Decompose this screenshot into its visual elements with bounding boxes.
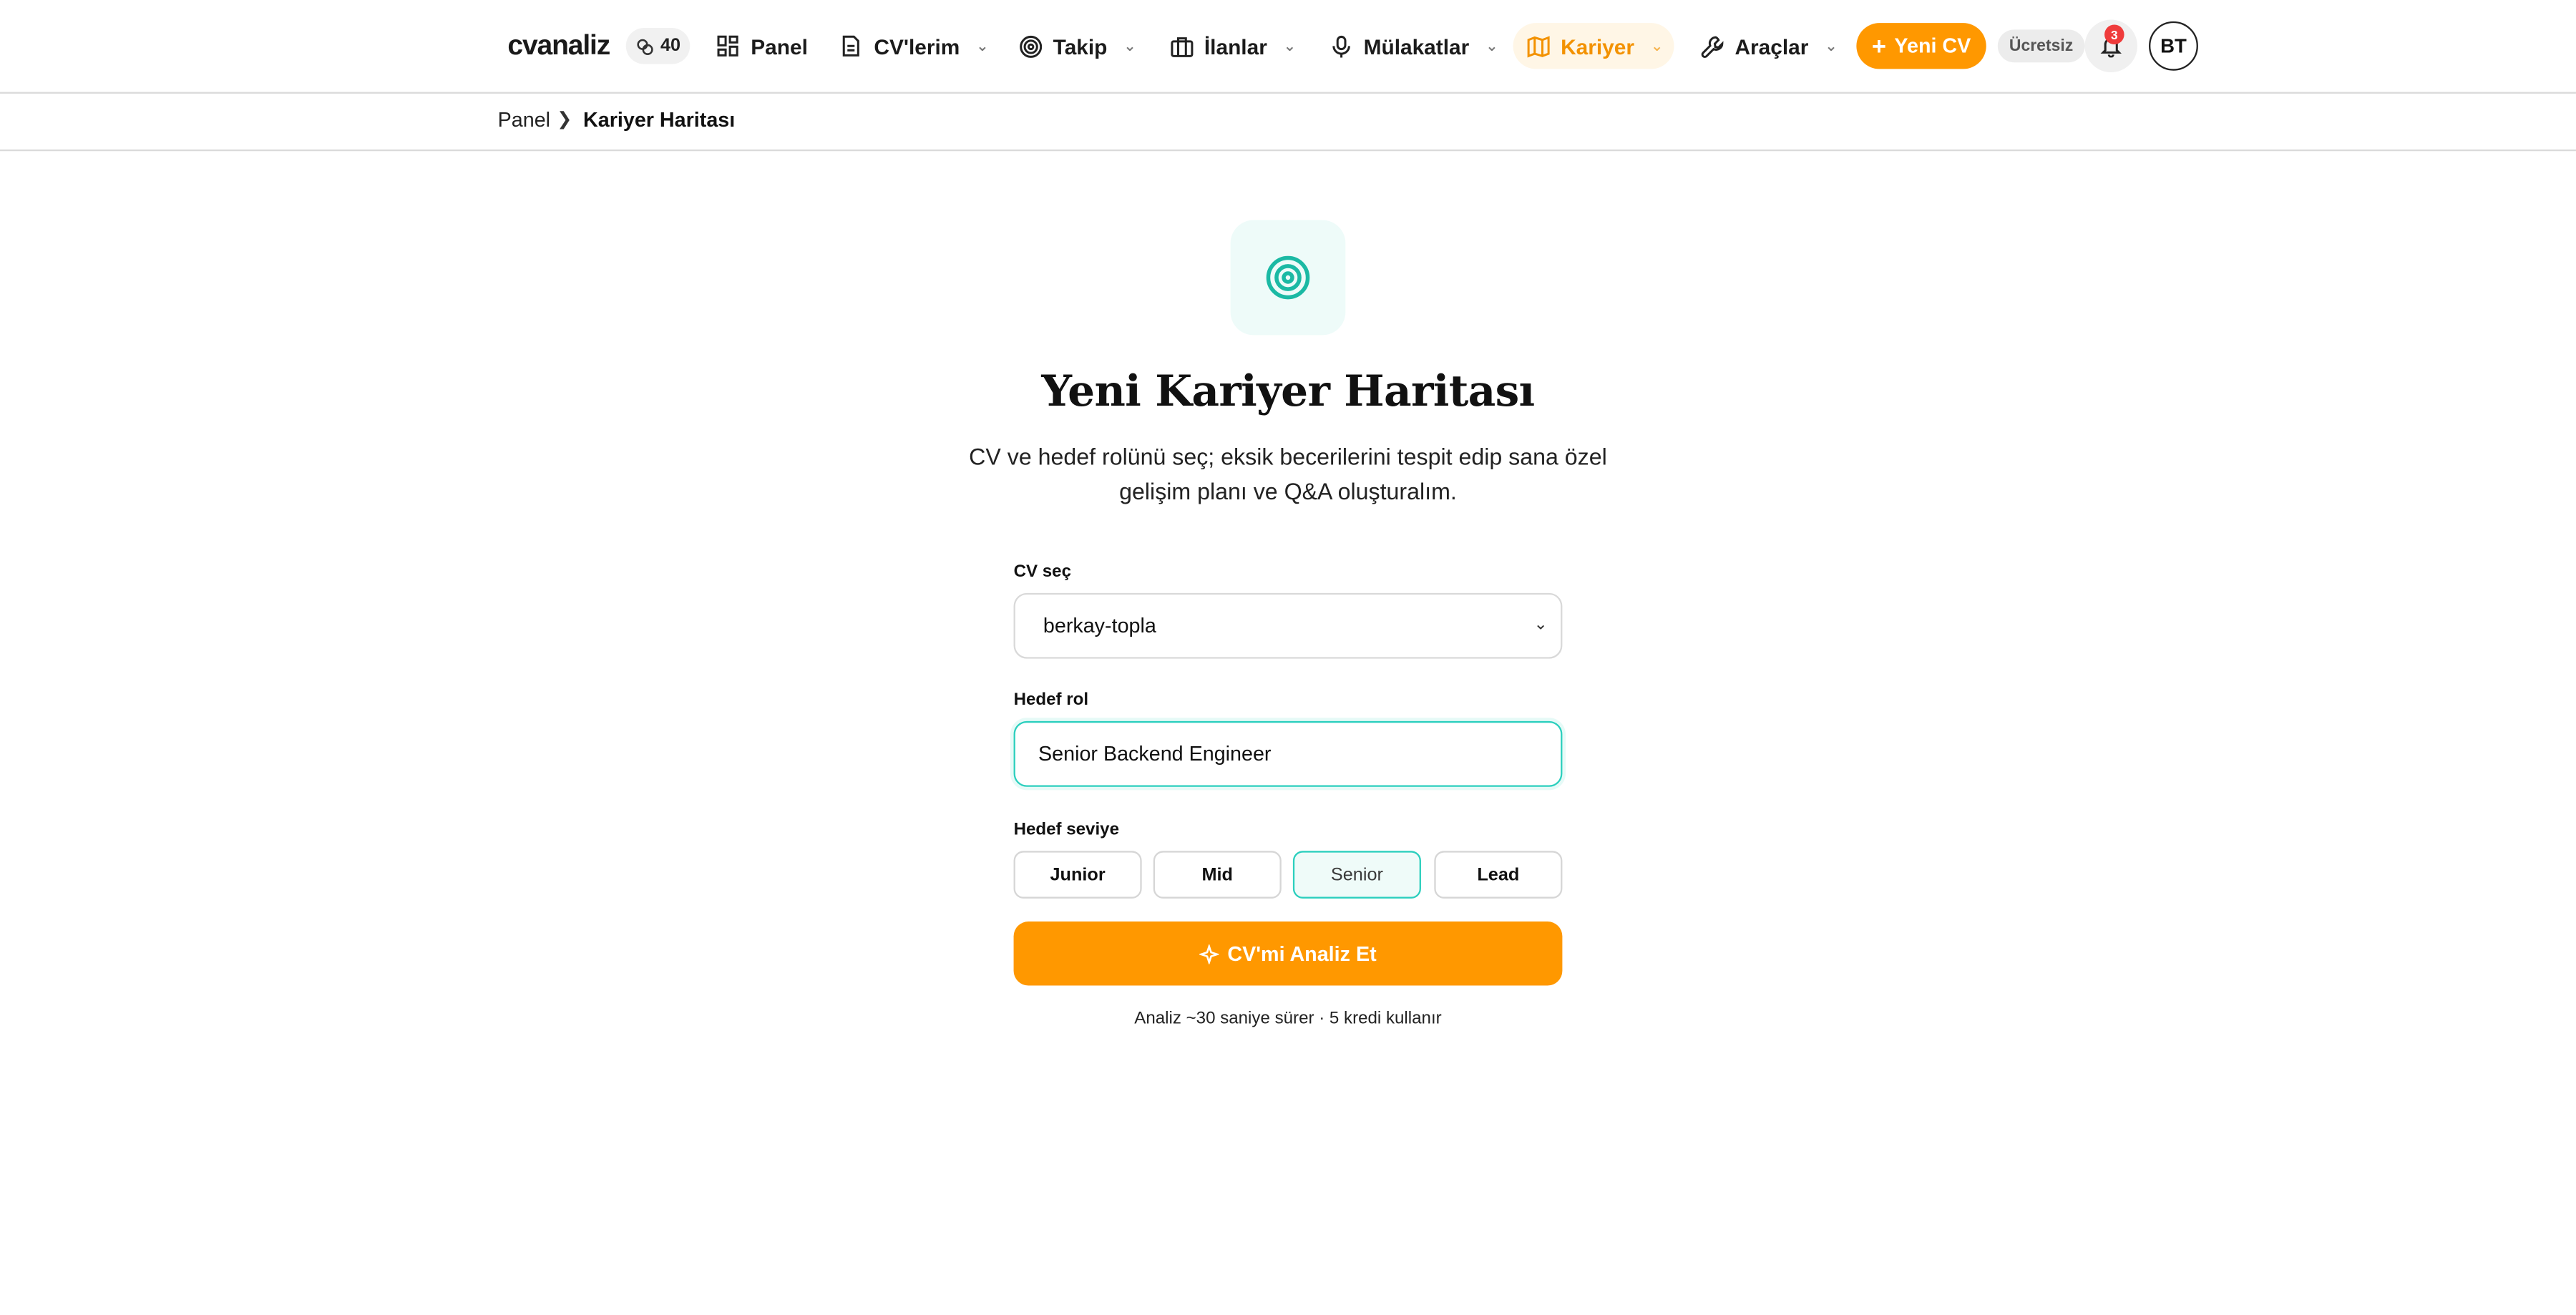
level-option-senior[interactable]: Senior bbox=[1292, 851, 1421, 899]
page-title: Yeni Kariyer Haritası bbox=[1041, 368, 1535, 418]
notification-count-badge: 3 bbox=[2104, 24, 2124, 44]
nav-item-label: İlanlar bbox=[1204, 34, 1267, 59]
cv-select-label: CV seç bbox=[1013, 562, 1071, 582]
credits-count: 40 bbox=[660, 36, 681, 57]
nav-item-label: Panel bbox=[751, 34, 808, 59]
nav-item-mulakatlar[interactable]: Mülakatlar ⌄ bbox=[1314, 23, 1511, 69]
nav-item-takip[interactable]: Takip ⌄ bbox=[1004, 23, 1149, 69]
chevron-down-icon: ⌄ bbox=[1283, 36, 1297, 54]
chevron-right-icon: ❯ bbox=[557, 109, 572, 130]
target-level-label: Hedef seviye bbox=[1013, 819, 1120, 840]
nav-item-label: Takip bbox=[1053, 34, 1108, 59]
microphone-icon bbox=[1327, 33, 1354, 59]
nav-item-label: Mülakatlar bbox=[1363, 34, 1470, 59]
analysis-note: Analiz ~30 saniye sürer · 5 kredi kullan… bbox=[1134, 1008, 1442, 1029]
document-icon bbox=[838, 33, 864, 59]
chevron-down-icon: ⌄ bbox=[1650, 36, 1664, 54]
nav-item-label: Kariyer bbox=[1561, 34, 1634, 59]
plus-icon: + bbox=[1871, 31, 1886, 60]
nav-item-araclar[interactable]: Araçlar ⌄ bbox=[1686, 23, 1850, 69]
cv-select-value: berkay-topla bbox=[1043, 614, 1156, 637]
chevron-down-icon: ⌄ bbox=[1485, 36, 1498, 54]
nav-item-label: CV'lerim bbox=[874, 34, 960, 59]
target-role-label: Hedef rol bbox=[1013, 690, 1089, 710]
level-option-mid[interactable]: Mid bbox=[1153, 851, 1282, 899]
chevron-down-icon: ⌄ bbox=[1123, 36, 1136, 54]
chevron-down-icon: ⌄ bbox=[1533, 615, 1548, 635]
chevron-down-icon: ⌄ bbox=[976, 36, 989, 54]
chevron-down-icon: ⌄ bbox=[1825, 36, 1838, 54]
analyze-cv-label: CV'mi Analiz Et bbox=[1227, 942, 1377, 965]
nav-item-cvlerim[interactable]: CV'lerim ⌄ bbox=[825, 23, 1002, 69]
page-subtitle: CV ve hedef rolünü seç; eksik becerileri… bbox=[969, 443, 1607, 504]
avatar[interactable]: BT bbox=[2149, 21, 2198, 71]
analyze-cv-button[interactable]: CV'mi Analiz Et bbox=[1013, 922, 1563, 986]
level-option-junior[interactable]: Junior bbox=[1013, 851, 1142, 899]
nav-item-panel[interactable]: Panel bbox=[701, 23, 821, 69]
logo[interactable]: cvanaliz bbox=[507, 29, 610, 62]
top-navigation: cvanaliz 40 Panel CV'lerim ⌄ Takip ⌄ İla… bbox=[0, 0, 2576, 94]
breadcrumb-item-current: Kariyer Haritası bbox=[583, 108, 736, 132]
target-icon bbox=[1017, 33, 1043, 59]
target-icon bbox=[1266, 255, 1310, 300]
map-icon bbox=[1526, 33, 1551, 59]
nav-item-ilanlar[interactable]: İlanlar ⌄ bbox=[1155, 23, 1309, 69]
new-cv-button[interactable]: + Yeni CV bbox=[1856, 23, 1986, 69]
briefcase-icon bbox=[1168, 33, 1194, 59]
credits-badge[interactable]: 40 bbox=[625, 28, 691, 64]
coins-icon bbox=[637, 38, 653, 54]
grid-icon bbox=[715, 33, 741, 59]
new-cv-label: Yeni CV bbox=[1894, 34, 1971, 58]
target-role-value: Senior Backend Engineer bbox=[1038, 742, 1272, 766]
sparkle-icon bbox=[1199, 943, 1219, 964]
hero-icon-container bbox=[1230, 220, 1346, 336]
level-option-lead[interactable]: Lead bbox=[1434, 851, 1563, 899]
app-root: cvanaliz 40 Panel CV'lerim ⌄ Takip ⌄ İla… bbox=[0, 0, 2576, 1315]
cv-select[interactable]: berkay-topla ⌄ bbox=[1013, 592, 1563, 659]
nav-item-label: Araçlar bbox=[1735, 34, 1809, 59]
breadcrumb-item-panel[interactable]: Panel bbox=[498, 109, 550, 132]
plan-badge: Ücretsiz bbox=[1997, 29, 2085, 63]
breadcrumb: Panel ❯ Kariyer Haritası bbox=[0, 94, 2576, 152]
target-role-input[interactable]: Senior Backend Engineer bbox=[1013, 720, 1563, 787]
wrench-icon bbox=[1699, 33, 1725, 59]
nav-item-kariyer[interactable]: Kariyer ⌄ bbox=[1513, 23, 1674, 69]
